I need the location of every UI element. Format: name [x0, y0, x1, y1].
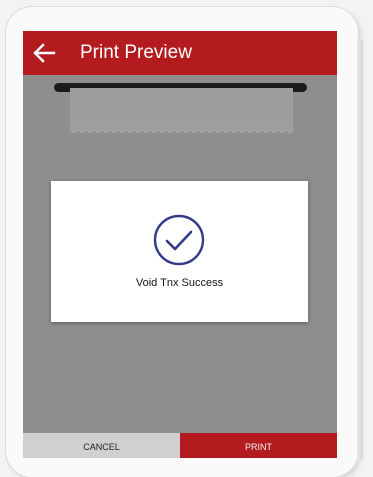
dialog-message: Void Tnx Success [135, 277, 224, 289]
success-dialog: Void Tnx Success [51, 181, 308, 322]
print-button[interactable]: PRINT [180, 433, 337, 458]
device-edge [357, 40, 363, 460]
receipt-paper [70, 88, 293, 133]
page-title: Print Preview [80, 42, 192, 63]
arrow-left-icon[interactable] [32, 42, 56, 64]
app-bar: Print Preview [23, 31, 337, 75]
paper-torn-edge [70, 127, 293, 133]
cancel-button[interactable]: CANCEL [23, 433, 180, 458]
app-screen: Print Preview Void Tnx Success CANCEL PR… [23, 31, 337, 458]
check-circle-icon [153, 214, 205, 266]
